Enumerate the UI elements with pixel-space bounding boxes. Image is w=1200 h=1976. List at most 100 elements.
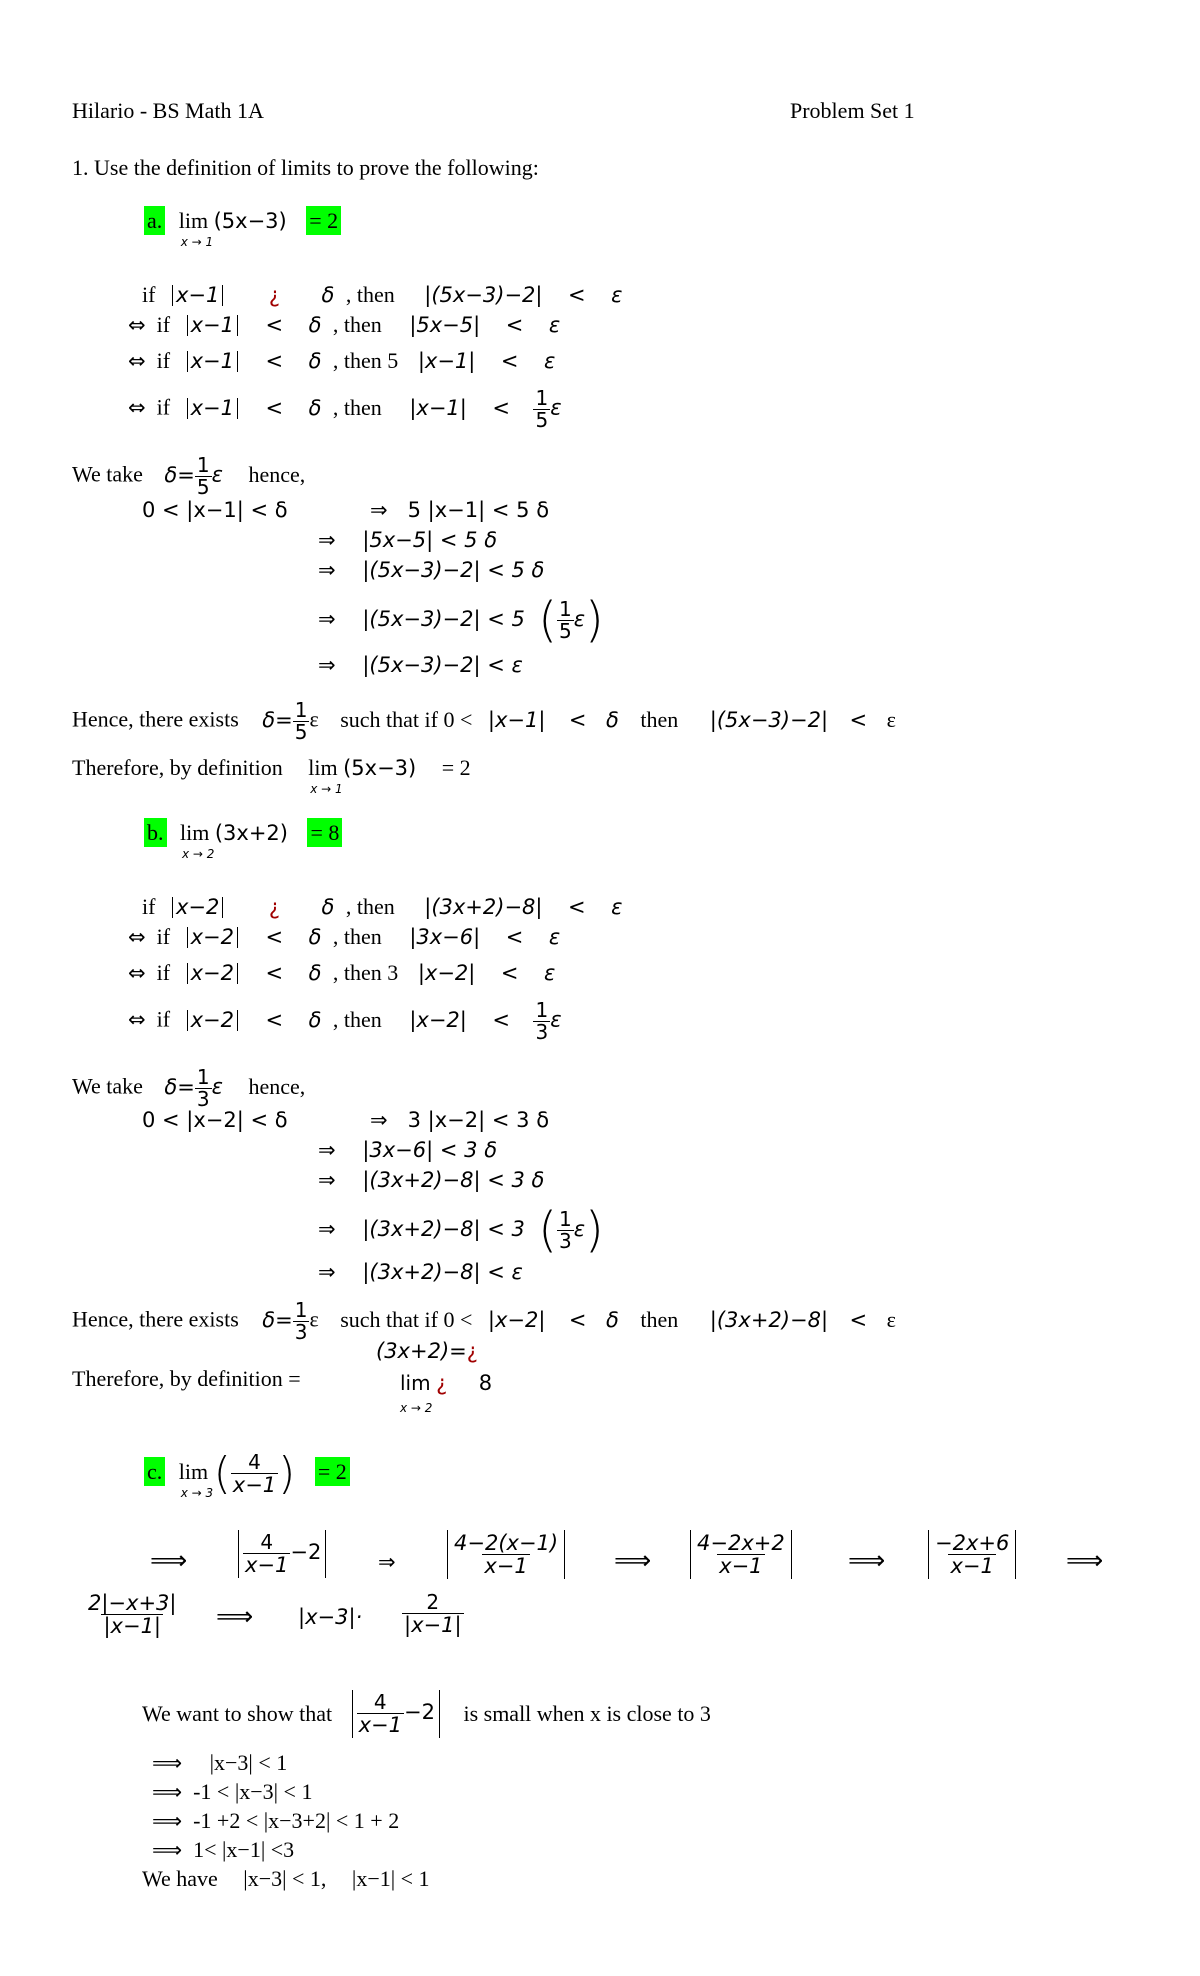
delta-symbol: δ bbox=[308, 313, 322, 337]
bound-expr: |x−3| < 1, bbox=[243, 1866, 327, 1891]
fraction-numerator: 4−2x+2 bbox=[697, 1531, 785, 1555]
if-text: if bbox=[156, 312, 171, 337]
abs-bars: 4 x−1 −2 bbox=[238, 1530, 327, 1579]
delta-symbol: δ bbox=[321, 283, 335, 307]
implies-icon: ⇒ bbox=[318, 1168, 336, 1192]
part-b-result: = 8 bbox=[307, 818, 343, 847]
fraction: 4 x−1 bbox=[243, 1532, 291, 1577]
if-text: if bbox=[142, 282, 156, 307]
chain-expr: |3x−6| < 3 δ bbox=[362, 1138, 498, 1162]
fraction-numerator: 4 bbox=[248, 1450, 261, 1474]
want-text-end: is small when x is close to 3 bbox=[463, 1701, 711, 1727]
chain-row: ⇒ 5 |x−1| < 5 δ bbox=[370, 500, 549, 521]
abs-factor: |x−3|· bbox=[298, 1605, 363, 1629]
then-text: , then bbox=[345, 894, 395, 919]
we-have-text: We have bbox=[142, 1866, 218, 1891]
left-paren: ( bbox=[213, 1448, 231, 1500]
long-implies-icon: ⟹ bbox=[152, 1751, 183, 1775]
then-text: , then 3 bbox=[332, 960, 399, 985]
step-row: ⇔ if x−2 < δ , then 3 |x−2| < ε bbox=[128, 962, 555, 984]
part-b-heading: b. lim x → 2 (3x+2) = 8 bbox=[144, 818, 343, 860]
then-text: , then bbox=[332, 1006, 382, 1032]
relation: < bbox=[492, 395, 510, 420]
therefore-row: Therefore, by definition lim x → 1 (5x−3)… bbox=[72, 757, 471, 796]
epsilon-symbol: ε bbox=[543, 349, 556, 373]
we-take-text: We take bbox=[72, 1073, 143, 1099]
bound-expr: -1 < |x−3| < 1 bbox=[193, 1779, 313, 1804]
want-text: We want to show that bbox=[142, 1701, 333, 1727]
step-row: ⇔ if x−1 < δ , then 5 |x−1| < ε bbox=[128, 350, 555, 372]
fraction-inner: 2 |x−1| bbox=[402, 1592, 464, 1636]
fraction: 4 x−1 bbox=[230, 1450, 279, 1496]
bound-expr: -1 +2 < |x−3+2| < 1 + 2 bbox=[193, 1808, 400, 1833]
abs-expr: x−1 bbox=[186, 397, 238, 419]
tail-term: −2 bbox=[290, 1540, 322, 1565]
relation: < bbox=[568, 895, 586, 919]
chain-row: ⇒ |(5x−3)−2| < ε bbox=[318, 655, 523, 676]
lim-text: lim bbox=[178, 1459, 209, 1485]
epsilon-symbol: ε bbox=[550, 1007, 562, 1032]
long-implies-icon: ⟹ bbox=[614, 1546, 652, 1576]
limit-expression: (3x+2) bbox=[214, 821, 288, 845]
delta-symbol: δ bbox=[308, 1007, 322, 1032]
chain-expr: 3 |x−2| < 3 δ bbox=[407, 1108, 550, 1132]
therefore-text: Therefore, by definition = bbox=[72, 1366, 301, 1391]
abs-bars: −2x+6 x−1 bbox=[928, 1530, 1017, 1580]
abs-fraction: 4 x−1 −2 bbox=[238, 1530, 327, 1579]
implies-icon: ⇒ bbox=[370, 498, 388, 522]
abs-bars: 4−2(x−1) x−1 bbox=[447, 1530, 566, 1580]
delta-symbol: δ bbox=[308, 395, 322, 420]
chain-expr: |(3x+2)−8| < 3 δ bbox=[362, 1168, 545, 1192]
step-row: if x−1 ¿ δ , then |(5x−3)−2| < ε bbox=[142, 284, 622, 306]
part-c-label: c. bbox=[144, 1457, 166, 1487]
fraction-denominator: 5 bbox=[292, 720, 310, 744]
chain-expr: |(3x+2)−8| < 3 bbox=[362, 1217, 525, 1241]
abs-expr: x−2 bbox=[186, 1009, 238, 1031]
part-c-result: = 2 bbox=[314, 1457, 350, 1487]
conclusion-text: such that if 0 < bbox=[340, 1306, 473, 1332]
fraction: 15 bbox=[533, 388, 551, 431]
fraction-numerator: 4 bbox=[373, 1690, 387, 1714]
therefore-top-expr: (3x+2)=¿ bbox=[376, 1340, 478, 1362]
fraction: 2|−x+3| |x−1| bbox=[86, 1592, 179, 1637]
iff-icon: ⇔ bbox=[128, 313, 146, 337]
fraction: 13 bbox=[533, 1000, 551, 1043]
lim-subscript: x → 1 bbox=[180, 235, 214, 249]
bound-row: ⟹ -1 +2 < |x−3+2| < 1 + 2 bbox=[152, 1810, 399, 1832]
delta-symbol: δ bbox=[321, 895, 335, 919]
fraction-numerator: 1 bbox=[196, 1065, 210, 1089]
abs-bars: 4 x−1 −2 bbox=[351, 1690, 440, 1739]
delta-equals: δ= bbox=[164, 462, 195, 487]
epsilon-symbol: ε bbox=[573, 1217, 586, 1241]
right-paren: ) bbox=[278, 1448, 296, 1500]
relation: < bbox=[492, 1007, 510, 1032]
fraction-denominator: |x−1| bbox=[101, 1614, 164, 1639]
bound-row: ⟹ 1< |x−1| <3 bbox=[152, 1839, 294, 1861]
step-row: ⇔ if x−1 < δ , then |5x−5| < ε bbox=[128, 314, 560, 336]
chain-expr: |(3x+2)−8| < ε bbox=[362, 1260, 523, 1284]
abs-bars: 4−2x+2 x−1 bbox=[690, 1530, 792, 1580]
fraction: 13 bbox=[292, 1300, 310, 1344]
fraction-denominator: 3 bbox=[292, 1320, 310, 1344]
iff-icon: ⇔ bbox=[128, 925, 146, 949]
relation: < bbox=[500, 349, 519, 373]
lim-text: lim bbox=[400, 1371, 431, 1395]
chain-row: ⇒ |(5x−3)−2| < 5 (1 5 ε) bbox=[318, 596, 604, 644]
relation: < bbox=[265, 395, 284, 420]
chain-start: 0 < |x−2| < δ bbox=[142, 1108, 288, 1132]
long-implies-icon: ⟹ bbox=[216, 1602, 254, 1632]
broken-expr: (3x+2)= bbox=[376, 1339, 467, 1363]
then-text: , then 5 bbox=[332, 348, 399, 373]
epsilon-symbol: ε bbox=[309, 1306, 319, 1332]
relation: < bbox=[568, 283, 586, 307]
fraction-denominator: 5 bbox=[556, 618, 574, 643]
fraction-denominator: x−1 bbox=[243, 1553, 291, 1577]
error-glyph: ¿ bbox=[268, 283, 280, 307]
if-text: if bbox=[156, 924, 171, 949]
if-text: if bbox=[156, 394, 171, 420]
relation: < bbox=[568, 1307, 587, 1332]
delta-symbol: δ bbox=[308, 925, 322, 949]
abs-expr: x−1 bbox=[171, 285, 224, 306]
bound-expr: 1< |x−1| <3 bbox=[193, 1837, 295, 1862]
fraction-numerator: 1 bbox=[558, 1206, 572, 1231]
